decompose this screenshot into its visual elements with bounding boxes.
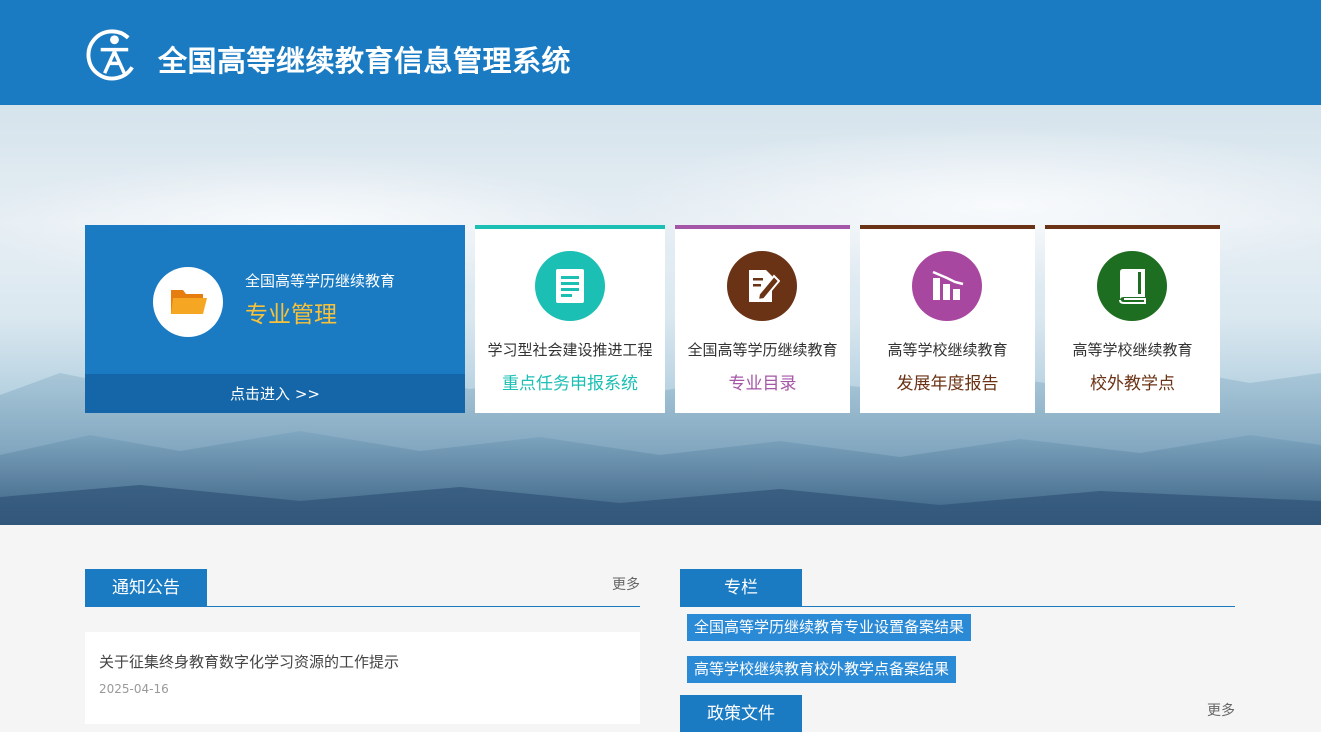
notice-section-header: 通知公告 更多 (85, 569, 640, 607)
bar-chart-icon-circle (912, 251, 982, 321)
column-link-site-filing[interactable]: 高等学校继续教育校外教学点备案结果 (687, 656, 957, 683)
tab-notice[interactable]: 通知公告 (85, 569, 207, 607)
book-icon-circle (1097, 251, 1167, 321)
notice-more-link[interactable]: 更多 (612, 574, 640, 594)
card-line2: 重点任务申报系统 (502, 374, 638, 394)
edit-document-icon-circle (727, 251, 797, 321)
document-icon (556, 269, 584, 303)
enter-button[interactable]: 点击进入 >> (85, 374, 465, 413)
logo-icon[interactable] (85, 28, 140, 83)
notice-item-title[interactable]: 关于征集终身教育数字化学习资源的工作提示 (99, 651, 399, 672)
site-title: 全国高等继续教育信息管理系统 (158, 44, 572, 78)
policy-section-header: 政策文件 更多 (680, 695, 1235, 732)
off-campus-site-card[interactable]: 高等学校继续教育 校外教学点 (1045, 225, 1220, 413)
folder-icon (171, 290, 207, 314)
card-line2: 校外教学点 (1090, 374, 1175, 394)
major-management-card[interactable]: 全国高等学历继续教育 专业管理 点击进入 >> (85, 225, 465, 413)
annual-report-card[interactable]: 高等学校继续教育 发展年度报告 (860, 225, 1035, 413)
card-line1: 高等学校继续教育 (1072, 341, 1193, 359)
main-card-subtitle: 全国高等学历继续教育 (245, 272, 396, 290)
tab-column[interactable]: 专栏 (680, 569, 802, 607)
bar-chart-icon (932, 270, 964, 300)
edit-document-icon (749, 270, 780, 302)
major-catalog-card[interactable]: 全国高等学历继续教育 专业目录 (675, 225, 850, 413)
card-line2: 专业目录 (728, 374, 797, 394)
card-line1: 学习型社会建设推进工程 (487, 341, 653, 359)
card-line1: 高等学校继续教育 (887, 341, 1008, 359)
book-icon (1119, 269, 1146, 304)
notice-list: 关于征集终身教育数字化学习资源的工作提示 2025-04-16 (85, 632, 640, 724)
column-section-header: 专栏 (680, 569, 1235, 607)
site-header: 全国高等继续教育信息管理系统 (0, 0, 1321, 105)
card-line2: 发展年度报告 (896, 374, 999, 394)
folder-icon-circle (153, 267, 223, 337)
column-link-major-filing[interactable]: 全国高等学历继续教育专业设置备案结果 (687, 614, 972, 641)
tab-policy[interactable]: 政策文件 (680, 695, 802, 732)
card-line1: 全国高等学历继续教育 (687, 341, 838, 359)
main-card-title: 专业管理 (245, 302, 337, 328)
document-icon-circle (535, 251, 605, 321)
key-task-declaration-card[interactable]: 学习型社会建设推进工程 重点任务申报系统 (475, 225, 665, 413)
notice-item-date: 2025-04-16 (99, 682, 169, 696)
policy-more-link[interactable]: 更多 (1207, 700, 1235, 720)
